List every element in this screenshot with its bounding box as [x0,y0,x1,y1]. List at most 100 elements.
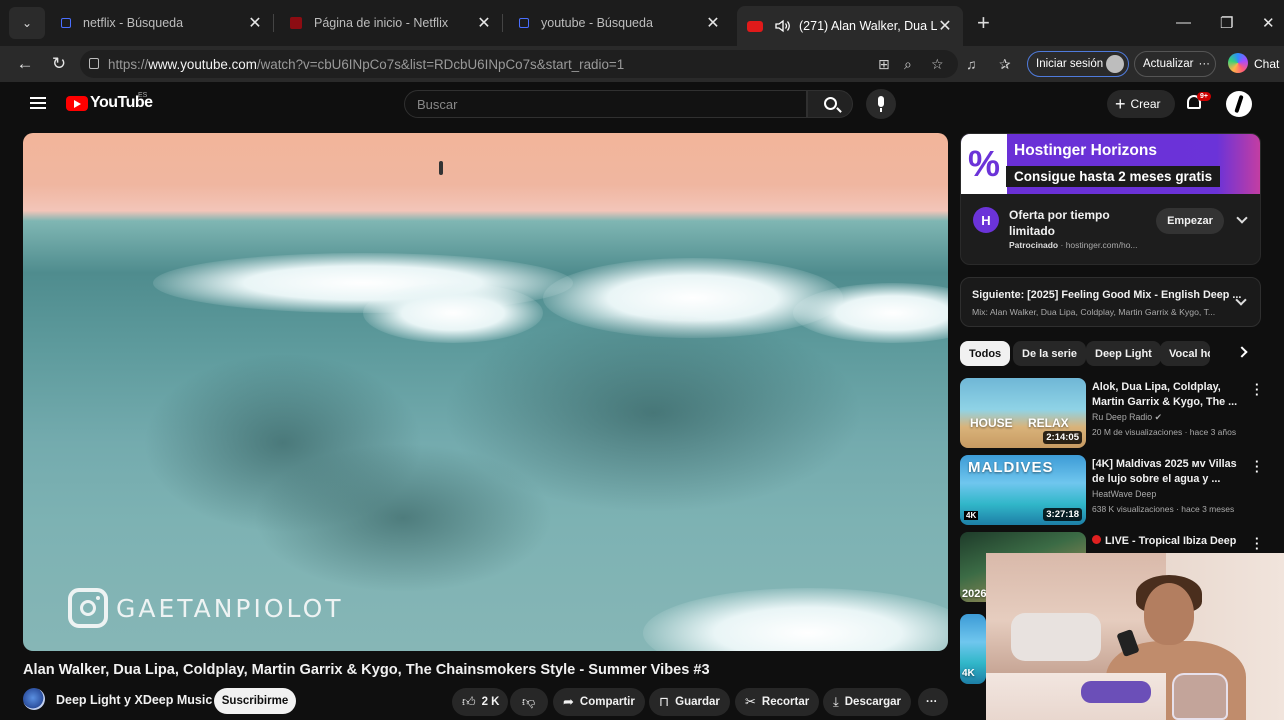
read-aloud-icon[interactable]: ♫ [966,56,977,72]
address-bar[interactable]: https://www.youtube.com/watch?v=cbU6INpC… [80,50,958,78]
ad-meta: Patrocinado · hostinger.com/ho... [1009,240,1138,250]
tab-title: (271) Alan Walker, Dua Lipa, C [799,19,937,33]
tab-list-button[interactable]: ⌄ [9,7,45,39]
search-placeholder: Buscar [417,96,458,112]
address-toolbar: ← ↻ https://www.youtube.com/watch?v=cbU6… [0,46,1284,82]
speaker-icon[interactable] [775,19,791,33]
close-icon[interactable]: ✕ [476,13,492,33]
close-icon[interactable]: ✕ [247,13,263,33]
tab-youtube-video[interactable]: (271) Alan Walker, Dua Lipa, C ✕ [737,6,963,46]
close-window-icon[interactable]: ✕ [1262,14,1275,32]
video-thumbnail[interactable]: 4K [960,614,986,684]
rec-title: [4K] Maldivas 2025 ᴍᴠ Villas de lujo sob… [1092,458,1237,485]
channel-avatar[interactable] [23,688,45,710]
tab-title: netflix - Búsqueda [83,16,184,30]
hostinger-logo-icon: H [973,207,999,233]
chat-label[interactable]: Chat [1254,57,1279,71]
chip-vocal-house[interactable]: Vocal hou [1160,341,1210,366]
thumbnail-text: HOUSE [970,416,1013,430]
save-button[interactable]: ⊓ Guardar [649,688,730,716]
up-next-panel[interactable]: Siguiente: [2025] Feeling Good Mix - Eng… [960,277,1261,327]
reload-icon[interactable]: ↻ [42,54,76,74]
search-button[interactable] [807,90,853,118]
account-avatar[interactable] [1226,91,1252,117]
ad-cta-button[interactable]: Empezar [1156,208,1224,234]
dislike-button[interactable]: 👎︎ [510,688,548,716]
back-icon[interactable]: ← [8,54,42,74]
duration-badge: 2:14:05 [1043,431,1082,444]
clip-button[interactable]: ✂ Recortar [735,688,820,716]
channel-name[interactable]: Deep Light y XDeep Music [56,693,212,707]
tab-netflix-home[interactable]: Página de inicio - Netflix ✕ [280,7,502,39]
more-vert-icon[interactable]: · · · [1255,532,1259,555]
rec-meta: 20 M de visualizaciones · hace 3 años [1092,427,1237,437]
video-title: Alan Walker, Dua Lipa, Coldplay, Martin … [23,662,710,678]
browser-tab-strip: ⌄ netflix - Búsqueda ✕ Página de inicio … [0,0,1284,46]
new-tab-button[interactable]: + [977,10,990,36]
share-button[interactable]: ➦ Compartir [553,688,645,716]
more-actions-button[interactable]: ··· [918,688,948,716]
webcam-glass [1172,673,1228,720]
signin-button[interactable]: Iniciar sesión [1027,51,1129,77]
download-icon: ⤓ [833,694,839,709]
update-label: Actualizar [1143,58,1194,70]
maximize-icon[interactable]: ❐ [1220,14,1233,32]
tab-netflix-search[interactable]: netflix - Búsqueda ✕ [51,7,273,39]
video-thumbnail[interactable]: MALDIVES 4K 3:27:18 [960,455,1086,525]
favorites-icon[interactable]: ✰ [999,56,1011,73]
tab-youtube-search[interactable]: youtube - Búsqueda ✕ [509,7,731,39]
app-available-icon[interactable]: ⊞ [878,56,890,73]
search-icon [61,18,71,28]
favorite-star-icon[interactable]: ☆ [931,56,944,73]
like-button[interactable]: 👍︎ 2 K [452,688,508,716]
search-icon [519,18,529,28]
subscribe-button[interactable]: Suscribirme [214,688,296,714]
video-watermark: GAETANPIOLOT [68,588,344,628]
close-icon[interactable]: ✕ [705,13,721,33]
copilot-icon[interactable] [1228,53,1248,73]
voice-search-icon[interactable] [866,89,896,119]
live-icon [1092,535,1101,544]
list-item[interactable]: MALDIVES 4K 3:27:18 [4K] Maldivas 2025 ᴍ… [960,455,1261,525]
quality-badge: 4K [964,511,979,520]
rec-title-text: LIVE - Tropical Ibiza Deep [1105,535,1237,547]
ad-banner[interactable]: % Hostinger Horizons Consigue hasta 2 me… [961,134,1260,194]
video-thumbnail[interactable]: HOUSE RELAX 2:14:05 [960,378,1086,448]
tab-divider [273,14,274,32]
minimize-icon[interactable]: — [1176,14,1191,31]
share-label: Compartir [579,696,635,708]
menu-icon[interactable] [30,97,46,109]
chevron-down-icon[interactable] [1236,212,1248,224]
instagram-icon [68,588,108,628]
ad-card[interactable]: % Hostinger Horizons Consigue hasta 2 me… [960,133,1261,265]
chip-series[interactable]: De la serie [1013,341,1087,366]
tab-title: Página de inicio - Netflix [314,16,449,30]
bookmark-icon: ⊓ [659,694,670,709]
list-item[interactable]: HOUSE RELAX 2:14:05 Alok, Dua Lipa, Cold… [960,378,1261,448]
more-vert-icon[interactable]: · · · [1255,455,1259,478]
more-vert-icon[interactable]: · · · [1255,378,1259,401]
close-icon[interactable]: ✕ [937,16,953,36]
search-input[interactable]: Buscar [404,90,807,118]
create-label: Crear [1130,97,1161,111]
ad-title: Oferta por tiempo limitado [1009,208,1110,238]
youtube-logo-icon[interactable] [66,96,88,111]
up-next-title: Siguiente: [2025] Feeling Good Mix - Eng… [972,289,1242,301]
youtube-masthead: YouTube ES Buscar + Crear 9+ [0,82,1284,126]
country-code: ES [138,92,148,99]
zoom-icon[interactable]: ⌕ [904,56,912,73]
chip-deep-light[interactable]: Deep Light [1086,341,1161,366]
up-next-subtitle: Mix: Alan Walker, Dua Lipa, Coldplay, Ma… [972,307,1216,317]
share-icon: ➦ [563,694,574,709]
download-button[interactable]: ⤓ Descargar [823,688,912,716]
create-button[interactable]: + Crear [1107,90,1175,118]
video-player[interactable]: GAETANPIOLOT [23,133,948,651]
rec-channel: Ru Deep Radio ✔ [1092,412,1162,423]
list-item[interactable]: 4K [960,614,986,684]
webcam-overlay [986,553,1284,720]
chip-all[interactable]: Todos [960,341,1011,366]
rec-channel: HeatWave Deep [1092,489,1157,499]
update-button[interactable]: Actualizar ··· [1134,51,1216,77]
ad-banner-subtitle: Consigue hasta 2 meses gratis [1006,166,1221,187]
url-host: www.youtube.com [148,56,257,72]
